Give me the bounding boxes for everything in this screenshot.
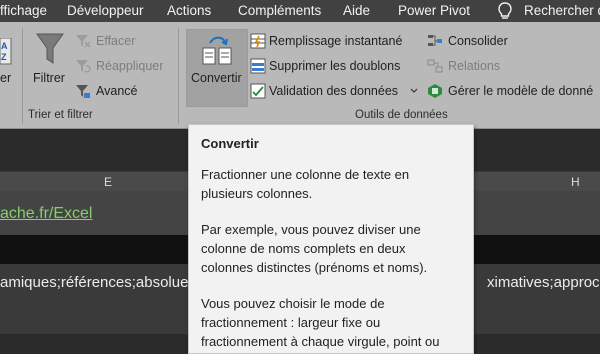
group-label-outils-donnees: Outils de données	[355, 109, 448, 121]
tab-developpeur[interactable]: Développeur	[67, 3, 144, 18]
relations-icon[interactable]	[427, 58, 443, 74]
relations-button[interactable]: Relations	[448, 59, 500, 73]
consolidate-button[interactable]: Consolider	[448, 34, 508, 48]
advanced-button[interactable]: Avancé	[96, 84, 137, 98]
tab-power-pivot[interactable]: Power Pivot	[398, 3, 470, 18]
tab-complements[interactable]: Compléments	[238, 3, 321, 18]
consolidate-icon[interactable]	[427, 33, 443, 49]
tooltip-paragraph-2: Par exemple, vous pouvez diviser une col…	[201, 222, 428, 275]
group-label-trier-filtrer: Trier et filtrer	[28, 109, 93, 121]
cell-text-left[interactable]: amiques;références;absolue	[0, 274, 188, 291]
remove-duplicates-icon[interactable]	[250, 58, 266, 74]
column-header-e[interactable]: E	[104, 175, 112, 189]
filter-button[interactable]: Filtrer	[33, 71, 65, 85]
ribbon: A Z er Filtrer Effacer Réappliquer Avanc…	[0, 22, 600, 128]
convert-label: Convertir	[191, 71, 242, 85]
tab-aide[interactable]: Aide	[343, 3, 370, 18]
remove-duplicates-button[interactable]: Supprimer les doublons	[269, 59, 400, 73]
tooltip-paragraph-1: Fractionner une colonne de texte en plus…	[201, 167, 410, 201]
data-model-button[interactable]: Gérer le modèle de donné	[448, 84, 593, 98]
menu-bar: ffichage Développeur Actions Compléments…	[0, 0, 600, 22]
svg-text:A: A	[1, 41, 8, 51]
excel-link[interactable]: ache.fr/Excel	[0, 205, 92, 223]
flash-fill-icon[interactable]	[250, 33, 266, 49]
tab-actions[interactable]: Actions	[167, 3, 211, 18]
tooltip-title: Convertir	[201, 136, 259, 151]
convert-tooltip: Convertir Fractionner une colonne de tex…	[188, 124, 474, 354]
clear-button[interactable]: Effacer	[96, 34, 135, 48]
reapply-icon[interactable]	[75, 58, 91, 74]
cell-text-right[interactable]: ximatives;approch	[487, 274, 600, 291]
svg-text:Z: Z	[1, 52, 7, 62]
data-validation-button[interactable]: Validation des données	[269, 84, 398, 98]
filter-icon[interactable]	[35, 31, 65, 67]
text-to-columns-icon[interactable]	[200, 34, 234, 68]
column-header-h[interactable]: H	[571, 175, 580, 189]
flash-fill-button[interactable]: Remplissage instantané	[269, 34, 402, 48]
clear-filter-icon[interactable]	[75, 33, 91, 49]
chevron-down-icon[interactable]	[410, 88, 418, 94]
data-model-icon[interactable]	[427, 83, 443, 99]
sort-az-icon[interactable]: A Z	[0, 38, 12, 66]
separator	[22, 28, 23, 124]
data-validation-icon[interactable]	[250, 83, 266, 99]
advanced-filter-icon[interactable]	[75, 83, 91, 99]
sort-label[interactable]: er	[0, 71, 11, 85]
separator	[178, 28, 179, 124]
search-label[interactable]: Rechercher d	[524, 3, 600, 18]
tooltip-paragraph-3: Vous pouvez choisir le mode de fractionn…	[201, 296, 440, 349]
tab-affichage[interactable]: ffichage	[0, 3, 47, 18]
reapply-button[interactable]: Réappliquer	[96, 59, 163, 73]
lightbulb-icon[interactable]	[496, 1, 514, 21]
